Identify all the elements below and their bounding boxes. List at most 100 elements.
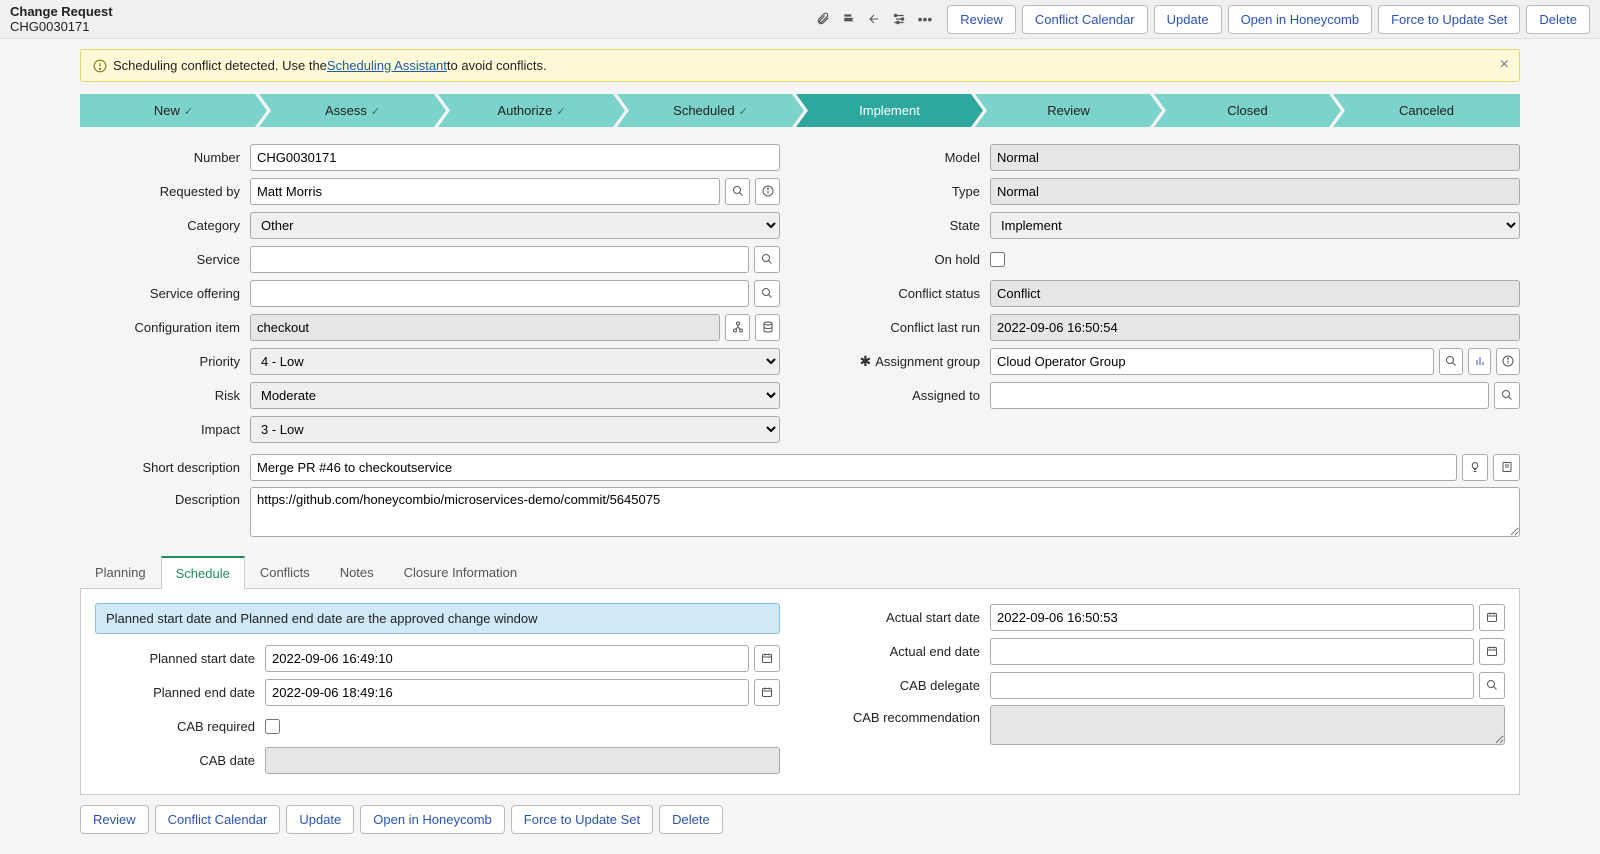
kb-icon[interactable] <box>1493 454 1520 481</box>
assigned-to-label: Assigned to <box>820 388 990 403</box>
alert-text-pre: Scheduling conflict detected. Use the <box>113 58 327 73</box>
footer-conflict-calendar-button[interactable]: Conflict Calendar <box>155 805 281 834</box>
lookup-icon[interactable] <box>725 178 750 205</box>
service-field[interactable] <box>250 246 749 273</box>
chart-icon[interactable] <box>1468 348 1492 375</box>
tab-closure[interactable]: Closure Information <box>389 556 532 589</box>
tree-icon[interactable] <box>725 314 750 341</box>
type-field <box>990 178 1520 205</box>
lookup-icon[interactable] <box>754 246 780 273</box>
short-desc-field[interactable] <box>250 454 1457 481</box>
config-item-label: Configuration item <box>80 320 250 335</box>
assignment-group-field[interactable] <box>990 348 1434 375</box>
service-label: Service <box>80 252 250 267</box>
update-button[interactable]: Update <box>1154 5 1222 34</box>
lookup-icon[interactable] <box>1479 672 1505 699</box>
desc-field[interactable]: https://github.com/honeycombio/microserv… <box>250 487 1520 537</box>
calendar-icon[interactable] <box>1479 638 1505 665</box>
cab-required-label: CAB required <box>95 719 265 734</box>
cab-delegate-label: CAB delegate <box>820 678 990 693</box>
calendar-icon[interactable] <box>754 679 780 706</box>
desc-label: Description <box>80 487 250 507</box>
impact-label: Impact <box>80 422 250 437</box>
stage-scheduled[interactable]: Scheduled <box>617 94 804 127</box>
review-button[interactable]: Review <box>947 5 1016 34</box>
category-select[interactable]: Other <box>250 212 780 239</box>
conflict-status-label: Conflict status <box>820 286 990 301</box>
back-icon[interactable] <box>868 13 880 25</box>
config-item-field[interactable] <box>250 314 720 341</box>
conflict-calendar-button[interactable]: Conflict Calendar <box>1022 5 1148 34</box>
settings-icon[interactable] <box>892 12 906 26</box>
tab-notes[interactable]: Notes <box>325 556 389 589</box>
delete-button[interactable]: Delete <box>1526 5 1590 34</box>
cab-delegate-field[interactable] <box>990 672 1474 699</box>
stage-assess[interactable]: Assess <box>259 94 446 127</box>
conflict-status-field <box>990 280 1520 307</box>
footer-force-update-button[interactable]: Force to Update Set <box>511 805 653 834</box>
footer-open-honeycomb-button[interactable]: Open in Honeycomb <box>360 805 505 834</box>
footer-update-button[interactable]: Update <box>286 805 354 834</box>
model-label: Model <box>820 150 990 165</box>
requested-by-label: Requested by <box>80 184 250 199</box>
category-label: Category <box>80 218 250 233</box>
conflict-last-run-label: Conflict last run <box>820 320 990 335</box>
on-hold-label: On hold <box>820 252 990 267</box>
calendar-icon[interactable] <box>1479 604 1505 631</box>
number-field[interactable] <box>250 144 780 171</box>
lookup-icon[interactable] <box>1439 348 1463 375</box>
force-update-button[interactable]: Force to Update Set <box>1378 5 1520 34</box>
page-header: Change Request CHG0030171 ••• Review Con… <box>0 0 1600 39</box>
impact-select[interactable]: 3 - Low <box>250 416 780 443</box>
record-number: CHG0030171 <box>10 19 113 34</box>
open-honeycomb-button[interactable]: Open in Honeycomb <box>1228 5 1373 34</box>
warning-icon <box>93 59 107 73</box>
risk-select[interactable]: Moderate <box>250 382 780 409</box>
service-offering-field[interactable] <box>250 280 749 307</box>
tab-schedule[interactable]: Schedule <box>161 556 245 589</box>
assigned-to-field[interactable] <box>990 382 1489 409</box>
cab-required-checkbox[interactable] <box>265 719 280 734</box>
stage-authorize[interactable]: Authorize <box>438 94 625 127</box>
left-column: Number Requested by Category Other Servi… <box>80 143 780 449</box>
cab-rec-field <box>990 705 1505 745</box>
stage-canceled[interactable]: Canceled <box>1333 94 1520 127</box>
alert-text-post: to avoid conflicts. <box>447 58 547 73</box>
activity-icon[interactable] <box>842 12 856 26</box>
model-field <box>990 144 1520 171</box>
conflict-alert: Scheduling conflict detected. Use the Sc… <box>80 49 1520 82</box>
info-icon[interactable] <box>1496 348 1520 375</box>
db-icon[interactable] <box>755 314 780 341</box>
priority-select[interactable]: 4 - Low <box>250 348 780 375</box>
close-icon[interactable]: × <box>1500 56 1509 74</box>
requested-by-field[interactable] <box>250 178 720 205</box>
lookup-icon[interactable] <box>1494 382 1520 409</box>
stage-closed[interactable]: Closed <box>1154 94 1341 127</box>
state-label: State <box>820 218 990 233</box>
on-hold-checkbox[interactable] <box>990 252 1005 267</box>
state-select[interactable]: Implement <box>990 212 1520 239</box>
stage-new[interactable]: New <box>80 94 267 127</box>
actual-end-field[interactable] <box>990 638 1474 665</box>
tab-planning[interactable]: Planning <box>80 556 161 589</box>
lookup-icon[interactable] <box>754 280 780 307</box>
planned-end-field[interactable] <box>265 679 749 706</box>
stage-review[interactable]: Review <box>975 94 1162 127</box>
suggestion-icon[interactable] <box>1462 454 1489 481</box>
footer-delete-button[interactable]: Delete <box>659 805 723 834</box>
conflict-last-run-field <box>990 314 1520 341</box>
info-icon[interactable] <box>755 178 780 205</box>
risk-label: Risk <box>80 388 250 403</box>
scheduling-assistant-link[interactable]: Scheduling Assistant <box>327 58 447 73</box>
calendar-icon[interactable] <box>754 645 780 672</box>
stage-implement[interactable]: Implement <box>796 94 983 127</box>
footer-review-button[interactable]: Review <box>80 805 149 834</box>
attachment-icon[interactable] <box>816 12 830 26</box>
planned-start-field[interactable] <box>265 645 749 672</box>
planned-end-label: Planned end date <box>95 685 265 700</box>
stage-chevrons: NewAssessAuthorizeScheduledImplementRevi… <box>80 94 1520 127</box>
actual-start-field[interactable] <box>990 604 1474 631</box>
more-icon[interactable]: ••• <box>918 11 933 27</box>
tab-bar: Planning Schedule Conflicts Notes Closur… <box>80 555 1520 589</box>
tab-conflicts[interactable]: Conflicts <box>245 556 325 589</box>
